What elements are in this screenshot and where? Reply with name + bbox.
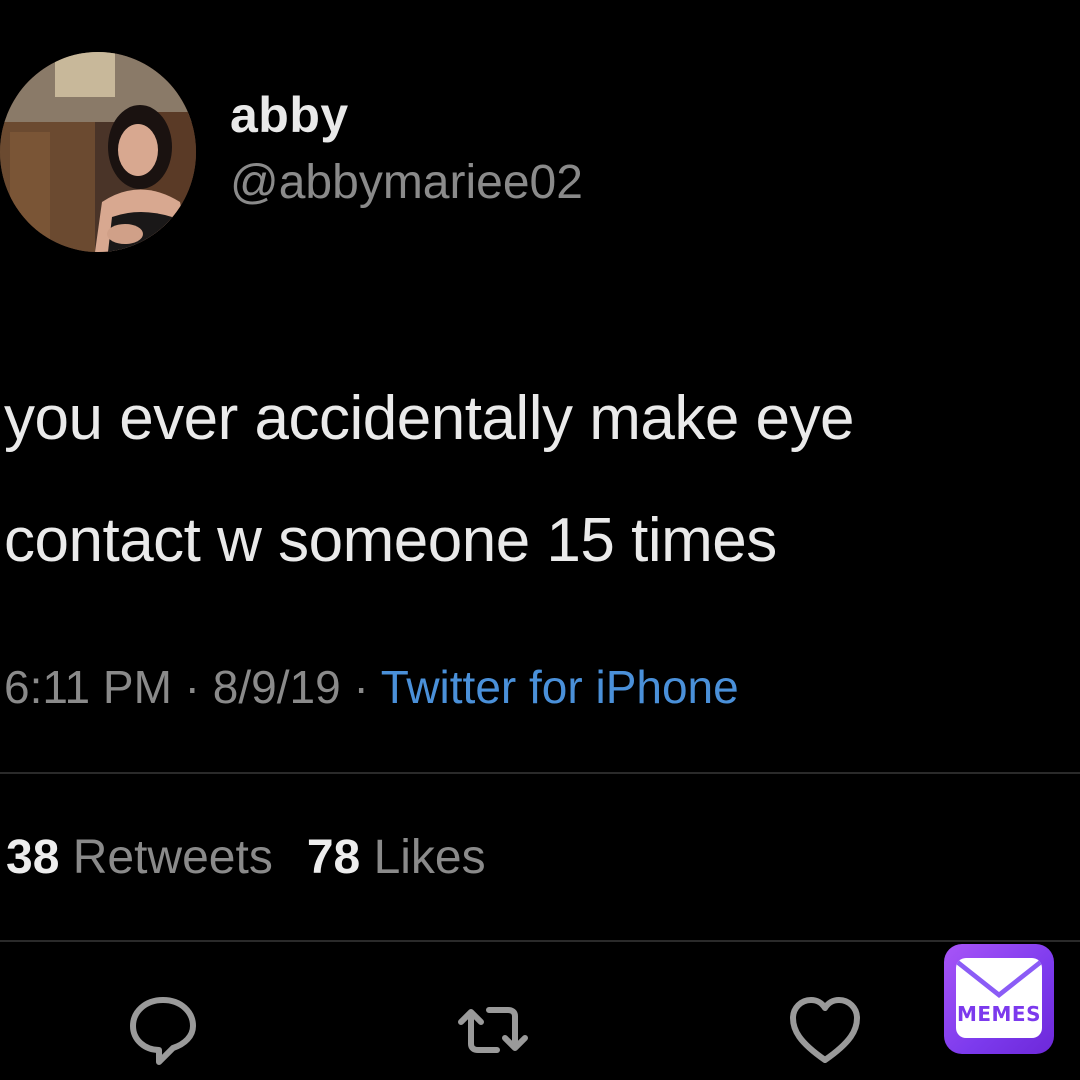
envelope-icon: MEMES <box>956 958 1042 1038</box>
reply-icon <box>130 997 196 1065</box>
retweets-label: Retweets <box>72 831 273 884</box>
tweet-date: 8/9/19 <box>212 661 341 713</box>
memes-label: MEMES <box>956 1002 1042 1026</box>
tweet-line: contact w someone 15 times <box>4 506 777 575</box>
memes-watermark: MEMES <box>944 944 1054 1054</box>
retweet-icon <box>458 1007 528 1053</box>
meta-separator: · <box>340 661 381 713</box>
retweets-stat[interactable]: 38 Retweets <box>6 831 273 884</box>
retweet-button[interactable] <box>448 985 538 1075</box>
avatar[interactable] <box>0 52 196 252</box>
retweets-count: 38 <box>6 831 60 884</box>
likes-label: Likes <box>373 831 486 884</box>
user-handle[interactable]: @abbymariee02 <box>230 155 583 210</box>
like-button[interactable] <box>780 985 870 1075</box>
tweet-meta: 6:11 PM · 8/9/19 · Twitter for iPhone <box>4 660 739 714</box>
tweet-stats: 38 Retweets 78 Likes <box>6 830 486 885</box>
tweet-line: you ever accidentally make eye <box>4 384 855 453</box>
like-icon <box>790 997 860 1063</box>
divider <box>0 772 1080 774</box>
avatar-photo <box>0 52 196 252</box>
likes-stat[interactable]: 78 Likes <box>307 831 486 884</box>
reply-button[interactable] <box>118 985 208 1075</box>
meta-separator: · <box>171 661 213 713</box>
likes-count: 78 <box>306 831 361 884</box>
tweet-time: 6:11 PM <box>4 661 172 713</box>
divider <box>0 940 1080 942</box>
display-name[interactable]: abby <box>230 86 349 144</box>
tweet-source-link[interactable]: Twitter for iPhone <box>381 661 739 713</box>
envelope-flap-icon <box>956 958 1042 998</box>
tweet-text: you ever accidentally make eye contact w… <box>4 358 1080 602</box>
